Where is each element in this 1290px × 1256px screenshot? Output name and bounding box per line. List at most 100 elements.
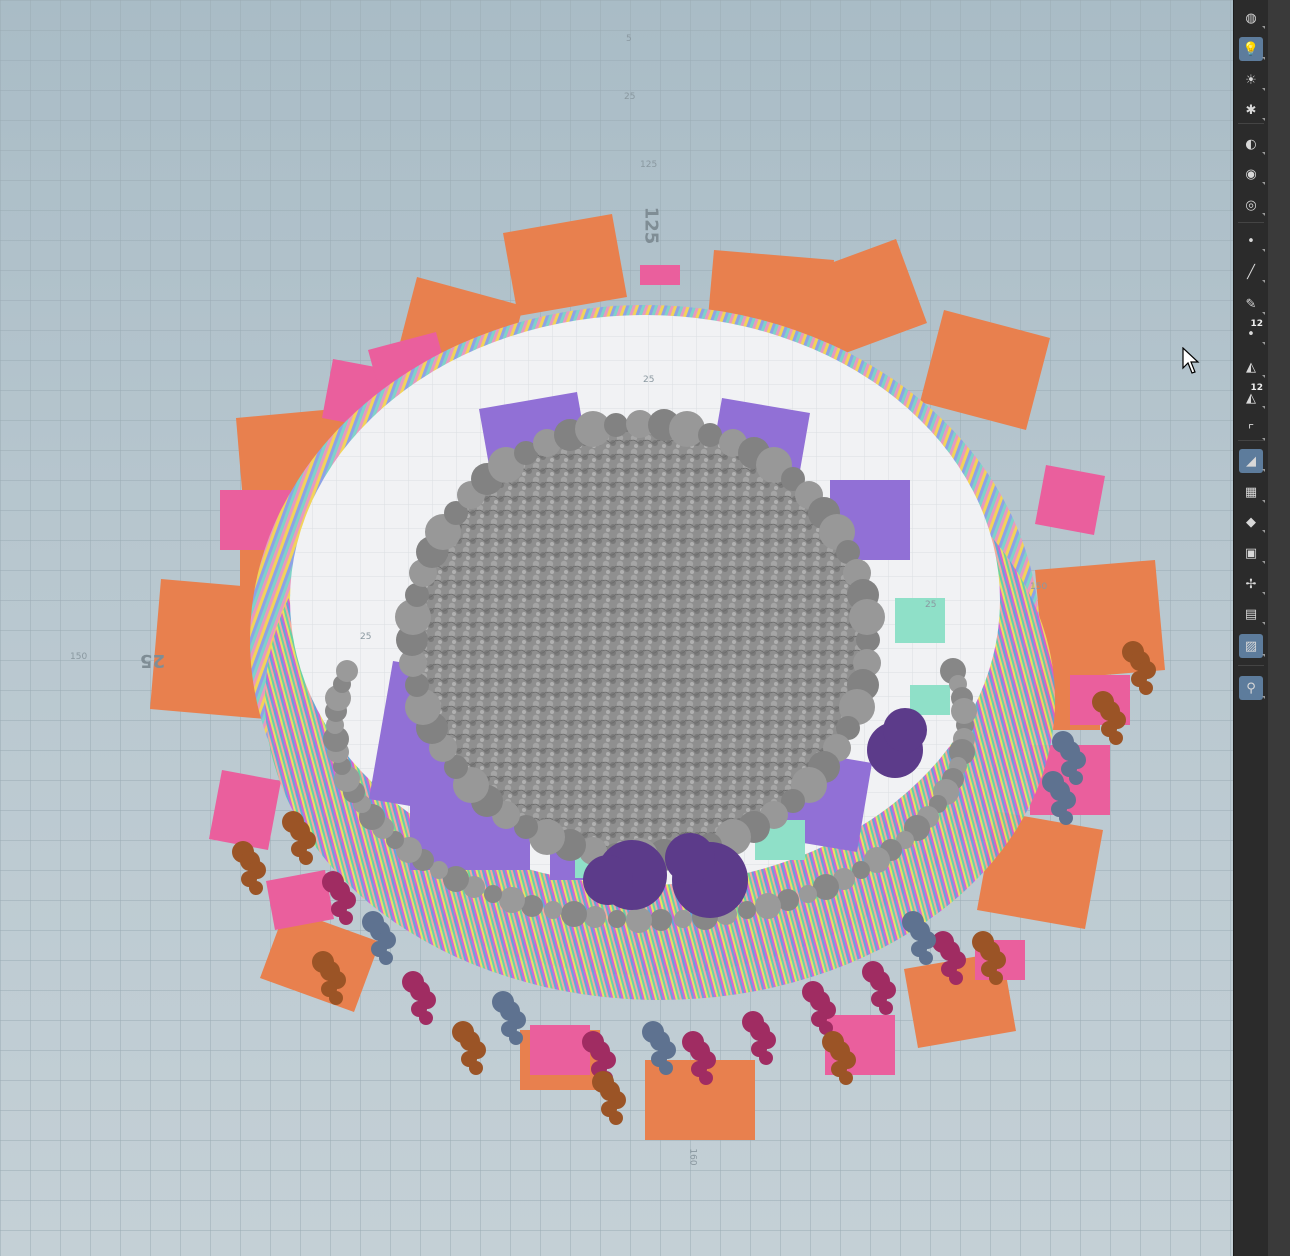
point-number-icon: • [1247, 326, 1255, 342]
toolbar-button-checker[interactable]: ▦ [1239, 480, 1265, 504]
viewport-canvas[interactable] [0, 0, 1233, 1256]
core-edge-bump [405, 673, 429, 697]
axis-icon: ✢ [1245, 576, 1257, 592]
toolbar-button-camera-eye[interactable]: ◎ [1239, 193, 1265, 217]
spike-protein-blob [329, 991, 343, 1005]
spike-protein-blob [1109, 731, 1123, 745]
protein-cluster [583, 855, 633, 905]
film-icon: ▤ [1244, 606, 1258, 622]
pink-glycan-patch [209, 770, 281, 850]
toolbar-button-normal-line[interactable]: ╱ [1239, 260, 1265, 284]
dropdown-corner-icon [1262, 375, 1265, 378]
pink-glycan-patch [530, 1025, 590, 1075]
gray-blob [650, 909, 672, 931]
gray-blob [584, 906, 606, 928]
gray-blob [951, 698, 977, 724]
spike-protein-blob [379, 951, 393, 965]
dropdown-corner-icon [1262, 561, 1265, 564]
grid-label: 25 [360, 632, 372, 642]
gray-blob [755, 893, 781, 919]
spike-protein-blob [879, 1001, 893, 1015]
dropdown-corner-icon [1262, 88, 1265, 91]
lightbulb-icon: 💡 [1242, 41, 1260, 57]
envelope-protein-patch [910, 685, 950, 715]
toolbar-button-point[interactable]: • [1239, 229, 1265, 253]
toolbar-button-display-sphere[interactable]: ◍ [1239, 6, 1265, 30]
core-edge-bump [698, 423, 722, 447]
background-image-icon: ▨ [1244, 638, 1258, 654]
spike-protein-blob [1069, 771, 1083, 785]
toolbar-button-layer-diamond[interactable]: ◆ [1239, 510, 1265, 534]
bounding-corner-icon: ⌜ [1247, 422, 1255, 438]
grid-label: 25 [643, 375, 655, 385]
dropdown-corner-icon [1262, 696, 1265, 699]
spike-protein-blob [249, 881, 263, 895]
right-panel-strip [1268, 0, 1290, 1256]
toolbar-button-film[interactable]: ▤ [1239, 602, 1265, 626]
display-sphere-icon: ◍ [1245, 10, 1257, 26]
spike-protein-blob [419, 1011, 433, 1025]
grid-axis-label: 125 [640, 206, 662, 245]
gray-blob [608, 910, 626, 928]
spike-protein-blob [759, 1051, 773, 1065]
toolbar-button-lightbulb[interactable]: 💡 [1239, 37, 1265, 61]
uv-green-icon: ▣ [1244, 545, 1258, 561]
dropdown-corner-icon [1262, 592, 1265, 595]
spike-protein-blob [989, 971, 1003, 985]
toolbar-button-pen[interactable]: ✎ [1239, 292, 1265, 316]
spike-protein-blob [949, 971, 963, 985]
toolbar-button-background-image[interactable]: ▨ [1239, 634, 1265, 658]
toolbar-button-headlight[interactable]: ☀ [1239, 68, 1265, 92]
gray-blob [499, 887, 525, 913]
wire-shaded-icon: ◢ [1246, 453, 1256, 469]
shading-ball-icon: ◐ [1245, 136, 1257, 152]
toolbar-button-number: 12 [1250, 319, 1263, 329]
core-edge-bump [669, 411, 705, 447]
dropdown-corner-icon [1262, 249, 1265, 252]
normal-line-icon: ╱ [1247, 264, 1255, 280]
spike-protein-blob [469, 1061, 483, 1075]
spike-protein-blob [1059, 811, 1073, 825]
toolbar-button-location-pin[interactable]: ⚲ [1239, 676, 1265, 700]
toolbar-button-axis[interactable]: ✢ [1239, 572, 1265, 596]
core-edge-bump [604, 413, 628, 437]
toolbar-button-shading-ball[interactable]: ◐ [1239, 132, 1265, 156]
grid-axis-label: 25 [140, 650, 166, 671]
spike-protein-blob [659, 1061, 673, 1075]
toolbar-button-uv-green[interactable]: ▣ [1239, 541, 1265, 565]
gray-blob [738, 901, 756, 919]
core-edge-bump [849, 599, 885, 635]
toolbar-button-prim[interactable]: ◭ [1239, 355, 1265, 379]
toolbar-button-point-number[interactable]: • 12 [1239, 319, 1265, 346]
toolbar-separator [1238, 440, 1264, 441]
toolbar-button-eye-visibility[interactable]: ◉ [1239, 162, 1265, 186]
checker-icon: ▦ [1244, 484, 1258, 500]
gray-blob [626, 907, 652, 933]
dropdown-corner-icon [1262, 182, 1265, 185]
light-rig-icon: ✱ [1245, 102, 1257, 118]
protein-cluster [665, 833, 715, 883]
pink-glycan-patch [1035, 465, 1105, 535]
dropdown-corner-icon [1262, 118, 1265, 121]
spike-protein-blob [299, 851, 313, 865]
dropdown-corner-icon [1262, 469, 1265, 472]
3d-viewport[interactable]: 5 25 25 25 25 150 160 150 125 25 125 [0, 0, 1233, 1256]
grid-label: 125 [640, 160, 658, 170]
viewport-display-toolbar: ◍ 💡 ☀ ✱ ◐ ◉ ◎ • ╱ ✎ • 12 ◭ ◭ 12 ⌜ ◢ ▦ ◆ ▣ ✢ ▤ ▨ ⚲ [1233, 0, 1269, 1256]
dropdown-corner-icon [1262, 26, 1265, 29]
headlight-icon: ☀ [1245, 72, 1257, 88]
camera-eye-icon: ◎ [1245, 197, 1257, 213]
spike-protein-blob [509, 1031, 523, 1045]
dropdown-corner-icon [1262, 57, 1265, 60]
toolbar-button-prim-number[interactable]: ◭ 12 [1239, 384, 1265, 410]
protein-cluster [883, 708, 927, 752]
toolbar-button-light-rig[interactable]: ✱ [1239, 98, 1265, 122]
toolbar-button-bounding-corner[interactable]: ⌜ [1239, 418, 1265, 442]
grid-label: 25 [925, 600, 937, 610]
gray-blob [336, 660, 358, 682]
toolbar-button-wire-shaded[interactable]: ◢ [1239, 449, 1265, 473]
dropdown-corner-icon [1262, 654, 1265, 657]
grid-label: 5 [626, 34, 632, 44]
gray-blob [561, 901, 587, 927]
toolbar-separator [1238, 665, 1264, 666]
